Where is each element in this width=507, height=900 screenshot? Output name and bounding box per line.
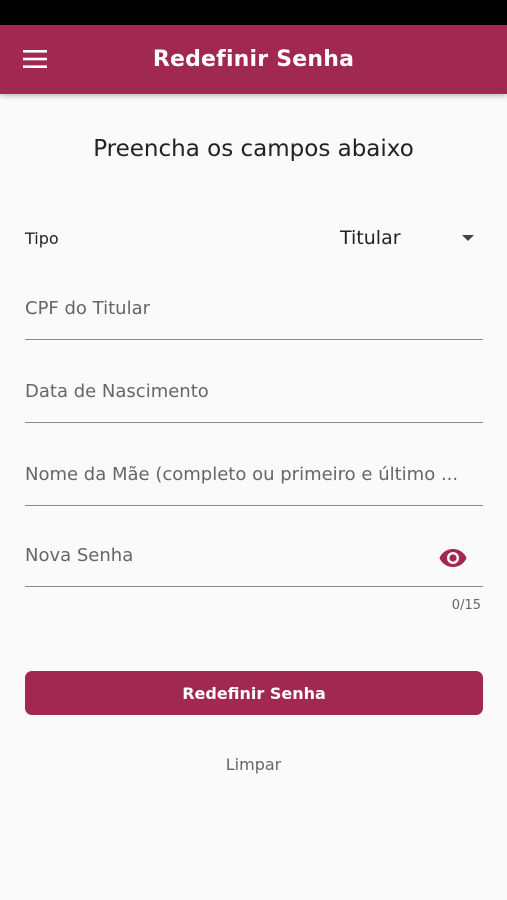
password-character-counter: 0/15 bbox=[451, 598, 481, 613]
app-bar: Redefinir Senha bbox=[0, 25, 507, 94]
status-bar bbox=[0, 0, 507, 25]
new-password-field[interactable]: Nova Senha bbox=[25, 536, 483, 587]
tipo-selected-value: Titular bbox=[340, 227, 401, 249]
hamburger-menu-icon bbox=[23, 50, 47, 68]
form-heading: Preencha os campos abaixo bbox=[93, 136, 414, 162]
cpf-field[interactable]: CPF do Titular bbox=[25, 289, 483, 340]
birth-date-field[interactable]: Data de Nascimento bbox=[25, 372, 483, 423]
mother-name-field[interactable]: Nome da Mãe (completo ou primeiro e últi… bbox=[25, 455, 483, 506]
birth-date-field-label: Data de Nascimento bbox=[25, 381, 209, 402]
tipo-dropdown[interactable]: Titular bbox=[340, 222, 483, 254]
toggle-password-visibility-button[interactable] bbox=[439, 548, 467, 568]
redefinir-senha-button[interactable]: Redefinir Senha bbox=[25, 671, 483, 715]
app-title: Redefinir Senha bbox=[152, 47, 355, 72]
new-password-field-label: Nova Senha bbox=[25, 545, 134, 566]
cpf-field-label: CPF do Titular bbox=[25, 298, 150, 319]
menu-button[interactable] bbox=[23, 50, 47, 68]
eye-icon bbox=[439, 549, 467, 567]
limpar-button[interactable]: Limpar bbox=[203, 749, 304, 779]
dropdown-arrow-icon bbox=[462, 235, 474, 241]
mother-name-field-label: Nome da Mãe (completo ou primeiro e últi… bbox=[25, 464, 459, 485]
tipo-label: Tipo bbox=[25, 229, 59, 248]
